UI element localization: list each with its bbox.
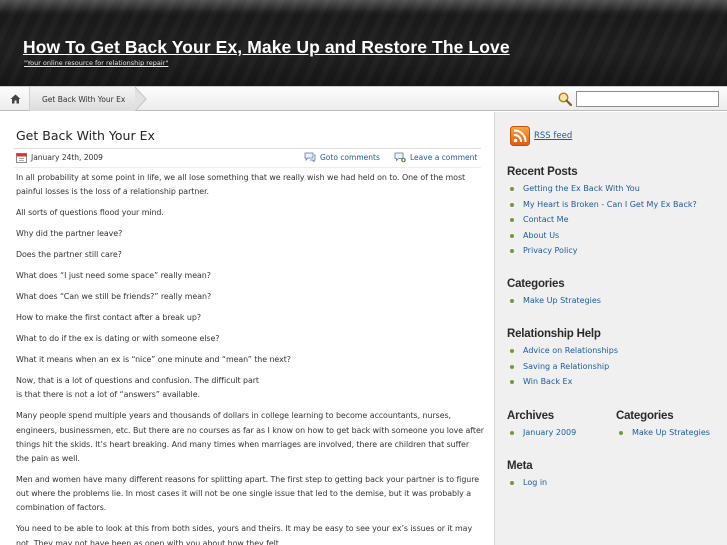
bullet-icon [510, 249, 514, 253]
relationship-help-heading: Relationship Help [507, 328, 601, 340]
post-paragraph: What does “I just need some space” reall… [16, 271, 211, 281]
header-shine [0, 0, 727, 12]
bullet-icon [510, 299, 514, 303]
category-link[interactable]: Make Up Strategies [507, 296, 601, 312]
bullet-icon [510, 481, 514, 485]
recent-post-label: Getting the Ex Back With You [523, 184, 640, 193]
home-icon [10, 94, 20, 104]
post-date: January 24th, 2009 [16, 152, 103, 163]
comments-icon [304, 152, 316, 162]
relationship-help-list: Advice on Relationships Saving a Relatio… [507, 346, 618, 393]
bullet-icon [510, 431, 514, 435]
bullet-icon [619, 431, 623, 435]
recent-post-link[interactable]: My Heart is Broken - Can I Get My Ex Bac… [507, 200, 697, 216]
bullet-icon [510, 218, 514, 222]
relationship-help-label: Saving a Relationship [523, 361, 610, 371]
archive-link[interactable]: January 2009 [507, 428, 576, 444]
nav-item-current[interactable]: Get Back With Your Ex [30, 87, 135, 111]
goto-comments-link[interactable]: Goto comments [304, 152, 380, 162]
post-paragraph: What it means when an ex is “nice” one m… [16, 355, 291, 365]
post-title[interactable]: Get Back With Your Ex [16, 128, 155, 143]
bullet-icon [510, 202, 514, 207]
post-paragraph: Many people spend multiple years and tho… [16, 411, 484, 464]
bullet-icon [510, 380, 514, 384]
category-link[interactable]: Make Up Strategies [616, 428, 710, 444]
site-header: How To Get Back Your Ex, Make Up and Res… [0, 0, 727, 86]
categories-list: Make Up Strategies [507, 296, 601, 312]
title-divider [14, 148, 481, 149]
bullet-icon [510, 233, 514, 238]
recent-posts-list: Getting the Ex Back With You My Heart is… [507, 184, 697, 262]
post-paragraph: How to make the first contact after a br… [16, 313, 201, 323]
comment-add-icon [394, 152, 406, 163]
recent-post-label: Contact Me [523, 215, 569, 224]
category-label: Make Up Strategies [523, 296, 601, 305]
post-date-text: January 24th, 2009 [31, 153, 103, 162]
categories-heading-secondary: Categories [616, 410, 674, 422]
leave-comment-label: Leave a comment [410, 153, 478, 162]
categories-list-secondary: Make Up Strategies [616, 428, 710, 444]
recent-posts-heading: Recent Posts [507, 166, 578, 178]
relationship-help-link[interactable]: Win Back Ex [507, 377, 618, 393]
rss-feed-link[interactable]: RSS feed [510, 126, 572, 146]
bullet-icon [510, 187, 514, 191]
post-paragraph: Men and women have many different reason… [16, 475, 480, 513]
post-paragraph: In all probability at some point in life… [16, 173, 466, 197]
post-paragraph: Why did the partner leave? [16, 229, 123, 239]
category-label: Make Up Strategies [632, 428, 710, 437]
recent-post-label: My Heart is Broken - Can I Get My Ex Bac… [523, 199, 697, 209]
archives-list: January 2009 [507, 428, 576, 444]
recent-post-link[interactable]: Getting the Ex Back With You [507, 184, 697, 200]
relationship-help-link[interactable]: Saving a Relationship [507, 362, 618, 378]
rss-feed-label: RSS feed [534, 131, 573, 141]
archive-label: January 2009 [523, 428, 577, 437]
post-body: In all probability at some point in life… [16, 171, 484, 545]
breadcrumb-arrow-icon [135, 87, 147, 111]
rss-icon [510, 126, 530, 146]
goto-comments-label: Goto comments [320, 152, 380, 162]
sidebar: RSS feed Recent Posts Getting the Ex Bac… [494, 112, 727, 545]
recent-post-link[interactable]: Privacy Policy [507, 246, 697, 262]
relationship-help-label: Advice on Relationships [523, 346, 619, 355]
site-tagline: "Your online resource for relationship r… [24, 59, 169, 67]
post-paragraph: Now, that is a lot of questions and conf… [16, 376, 259, 400]
search-icon[interactable] [557, 91, 573, 107]
post-paragraph: You need to be able to look at this from… [16, 524, 473, 545]
post-paragraph: What does “Can we still be friends?” rea… [16, 292, 212, 302]
recent-post-link[interactable]: About Us [507, 231, 697, 247]
meta-list: Log in [507, 478, 547, 494]
post-paragraph: All sorts of questions flood your mind. [16, 208, 164, 218]
post-meta: January 24th, 2009 Goto comments Leave a… [16, 152, 481, 166]
recent-post-label: Privacy Policy [523, 246, 578, 255]
calendar-icon [16, 153, 27, 163]
categories-heading: Categories [507, 278, 565, 290]
search-input[interactable] [576, 91, 719, 107]
recent-post-label: About Us [523, 230, 560, 240]
bullet-icon [510, 364, 514, 369]
meta-heading: Meta [507, 460, 533, 472]
home-button[interactable] [0, 87, 30, 111]
relationship-help-label: Win Back Ex [523, 377, 573, 386]
login-link[interactable]: Log in [507, 478, 547, 494]
login-label: Log in [523, 478, 548, 487]
site-title-link[interactable]: How To Get Back Your Ex, Make Up and Res… [23, 37, 510, 58]
post-paragraph: What to do if the ex is dating or with s… [16, 334, 220, 344]
main-content: Get Back With Your Ex January 24th, 2009… [0, 112, 494, 545]
meta-divider [14, 167, 481, 168]
nav-bar: Get Back With Your Ex [0, 86, 727, 111]
relationship-help-link[interactable]: Advice on Relationships [507, 346, 618, 362]
recent-post-link[interactable]: Contact Me [507, 215, 697, 231]
leave-comment-link[interactable]: Leave a comment [394, 152, 477, 163]
bullet-icon [510, 349, 514, 353]
post-paragraph: Does the partner still care? [16, 250, 122, 260]
archives-heading: Archives [507, 410, 554, 422]
